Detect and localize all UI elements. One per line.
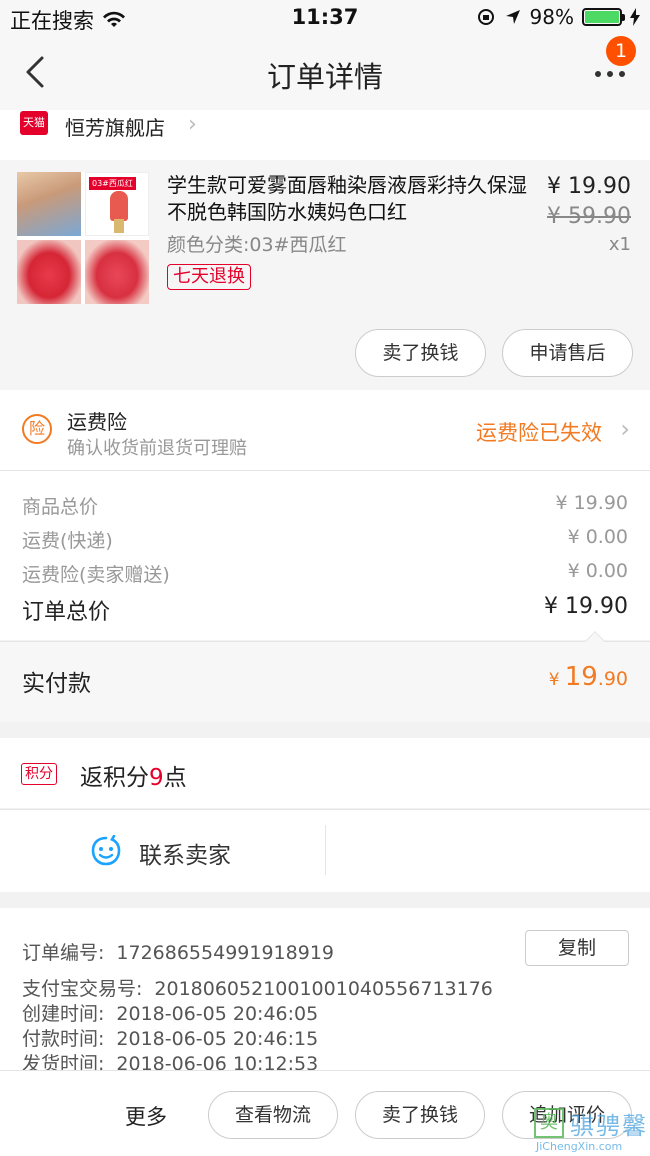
product-card[interactable]: 03#西瓜红 学生款可爱雾面唇釉染唇液唇彩持久保湿不脱色韩国防水姨妈色口红 颜色… — [0, 160, 650, 390]
contact-section: 联系卖家 — [0, 809, 650, 892]
page-title: 订单详情 — [266, 60, 383, 94]
paid-label: 实付款 — [22, 671, 91, 697]
view-logistics-button[interactable]: 查看物流 — [208, 1091, 338, 1139]
cost-summary: 商品总价 ¥ 19.90 运费(快递) ¥ 0.00 运费险(卖家赠送) ¥ 0… — [0, 470, 650, 642]
order-total-label: 订单总价 — [22, 600, 111, 625]
status-bar: 正在搜索 11:37 98% — [0, 0, 650, 36]
paid-amount-row: 实付款 ¥ 19.90 — [0, 631, 650, 722]
cost-value: ¥ 0.00 — [567, 526, 628, 548]
shop-header[interactable]: 天猫 恒芳旗舰店 › — [0, 110, 650, 160]
points-text: 返积分9点 — [80, 765, 187, 791]
status-right: 98% — [476, 5, 640, 29]
chevron-right-icon: › — [188, 112, 197, 137]
order-info: 订单编号: 172686554991918919 复制 支付宝交易号: 201806… — [0, 908, 650, 1075]
product-original-price: ¥ 59.90 — [547, 204, 631, 229]
contact-seller-button[interactable]: 联系卖家 — [139, 836, 231, 870]
nav-bar: 订单详情 1 — [0, 36, 650, 110]
cost-label: 运费(快递) — [22, 530, 113, 552]
chat-smile-icon[interactable] — [90, 835, 122, 867]
order-number-row: 订单编号: 172686554991918919 — [22, 942, 334, 964]
thumb-shade-label: 03#西瓜红 — [89, 177, 136, 190]
battery-icon — [582, 8, 625, 26]
order-number: 172686554991918919 — [116, 942, 334, 964]
insurance-status: 运费险已失效 — [476, 421, 602, 445]
points-tag: 积分 — [21, 763, 57, 785]
thumb-model-photo — [17, 172, 81, 236]
cost-row: 运费险(卖家赠送) ¥ 0.00 — [0, 560, 650, 590]
cost-value: ¥ 0.00 — [567, 560, 628, 582]
product-sku: 颜色分类:03#西瓜红 — [167, 234, 347, 256]
location-arrow-icon — [505, 10, 520, 24]
tmall-logo-icon: 天猫 — [20, 111, 48, 135]
notification-badge: 1 — [606, 36, 636, 66]
after-sale-button[interactable]: 申请售后 — [502, 329, 633, 377]
paid-time-row: 付款时间: 2018-06-05 20:46:15 — [22, 1028, 319, 1050]
thumb-lips-photo-2 — [85, 240, 149, 304]
cost-label: 运费险(卖家赠送) — [22, 564, 170, 586]
thumb-lips-photo — [17, 240, 81, 304]
shipping-insurance-row[interactable]: 险 运费险 确认收货前退货可理赔 运费险已失效 › — [0, 390, 650, 470]
insurance-title: 运费险 — [67, 410, 127, 434]
cost-row: 运费(快递) ¥ 0.00 — [0, 526, 650, 556]
order-total-value: ¥ 19.90 — [544, 594, 628, 619]
alipay-trade-row: 支付宝交易号: 2018060521001001040556713176 — [22, 978, 493, 1000]
thumb-lipstick-photo: 03#西瓜红 — [85, 172, 149, 236]
battery-percent: 98% — [529, 5, 574, 29]
product-price: ¥ 19.90 — [547, 174, 631, 199]
copy-button[interactable]: 复制 — [525, 930, 629, 966]
shop-name: 恒芳旗舰店 — [65, 116, 165, 140]
paid-value: ¥ 19.90 — [548, 662, 628, 692]
orientation-lock-icon — [477, 9, 494, 25]
cost-label: 商品总价 — [22, 496, 99, 518]
sell-for-cash-button[interactable]: 卖了换钱 — [355, 329, 486, 377]
product-title[interactable]: 学生款可爱雾面唇釉染唇液唇彩持久保湿不脱色韩国防水姨妈色口红 — [167, 172, 532, 226]
product-quantity: x1 — [608, 234, 631, 255]
return-policy-tag: 七天退换 — [167, 264, 251, 290]
points-count: 9 — [149, 765, 164, 791]
cost-value: ¥ 19.90 — [555, 492, 628, 514]
insurance-subtitle: 确认收货前退货可理赔 — [67, 438, 247, 459]
sell-for-cash-button[interactable]: 卖了换钱 — [355, 1091, 485, 1139]
points-row: 积分 返积分9点 — [0, 738, 650, 808]
order-total-row: 订单总价 ¥ 19.90 — [0, 594, 650, 625]
product-thumbnail[interactable]: 03#西瓜红 — [17, 172, 149, 304]
cost-row: 商品总价 ¥ 19.90 — [0, 492, 650, 522]
add-review-button[interactable]: 追加评价 — [502, 1091, 632, 1139]
created-time-row: 创建时间: 2018-06-05 20:46:05 — [22, 1003, 319, 1025]
bottom-action-bar: 更多 查看物流 卖了换钱 追加评价 — [0, 1070, 650, 1156]
insurance-icon: 险 — [22, 414, 52, 444]
charging-bolt-icon — [630, 8, 640, 26]
chevron-right-icon: › — [620, 415, 630, 443]
more-button[interactable]: 更多 — [125, 1101, 167, 1131]
